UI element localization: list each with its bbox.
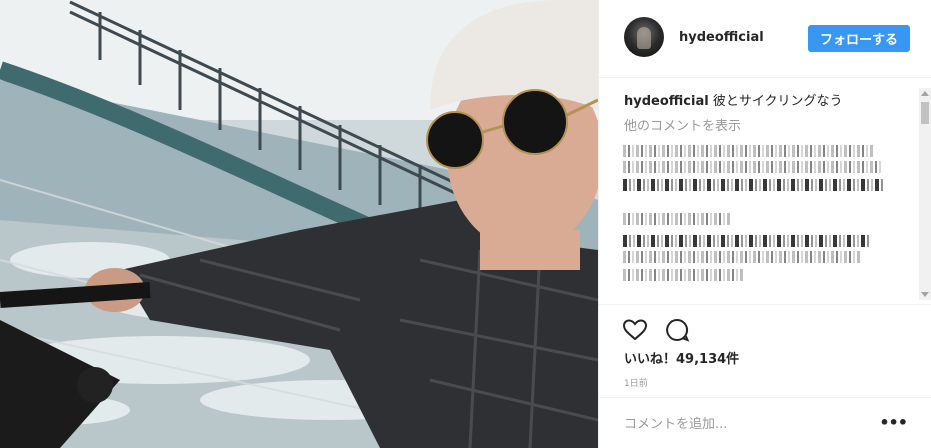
avatar[interactable]	[624, 17, 664, 57]
obscured-comment	[623, 161, 881, 173]
obscured-comment	[623, 145, 873, 157]
comments-section: hydeofficial 彼とサイクリングなう 他のコメントを表示	[599, 79, 931, 305]
obscured-comment	[623, 251, 861, 263]
follow-button[interactable]: フォローする	[808, 25, 910, 52]
scroll-down-arrow-icon[interactable]	[921, 292, 929, 297]
load-more-comments-link[interactable]: 他のコメントを表示	[624, 115, 741, 134]
post-photo[interactable]	[0, 0, 598, 448]
scroll-up-arrow-icon[interactable]	[921, 91, 929, 96]
likes-count[interactable]: いいね！49,134件	[624, 348, 739, 367]
caption-text: 彼とサイクリングなう	[712, 94, 843, 109]
instagram-post: hydeofficial フォローする hydeofficial 彼とサイクリン…	[0, 0, 931, 448]
post-date[interactable]: 1日前	[624, 376, 648, 389]
obscured-comment	[623, 179, 883, 191]
action-bar	[622, 317, 690, 343]
speech-bubble-icon[interactable]	[664, 317, 690, 343]
add-comment-bar: •••	[599, 397, 931, 448]
selfie-photo-illustration	[0, 0, 598, 448]
header-username[interactable]: hydeofficial	[679, 30, 764, 45]
caption: hydeofficial 彼とサイクリングなう	[624, 90, 843, 109]
more-options-icon[interactable]: •••	[879, 415, 908, 431]
heart-outline-icon[interactable]	[622, 317, 648, 343]
obscured-comment	[623, 235, 871, 247]
scrollbar-thumb[interactable]	[921, 102, 929, 124]
post-sidebar: hydeofficial フォローする hydeofficial 彼とサイクリン…	[598, 0, 931, 448]
post-header: hydeofficial フォローする	[599, 0, 931, 78]
comment-input[interactable]	[624, 413, 874, 435]
obscured-comment	[623, 269, 745, 281]
caption-username[interactable]: hydeofficial	[624, 94, 709, 109]
obscured-comment	[623, 213, 731, 225]
comments-scrollbar[interactable]	[919, 88, 931, 300]
